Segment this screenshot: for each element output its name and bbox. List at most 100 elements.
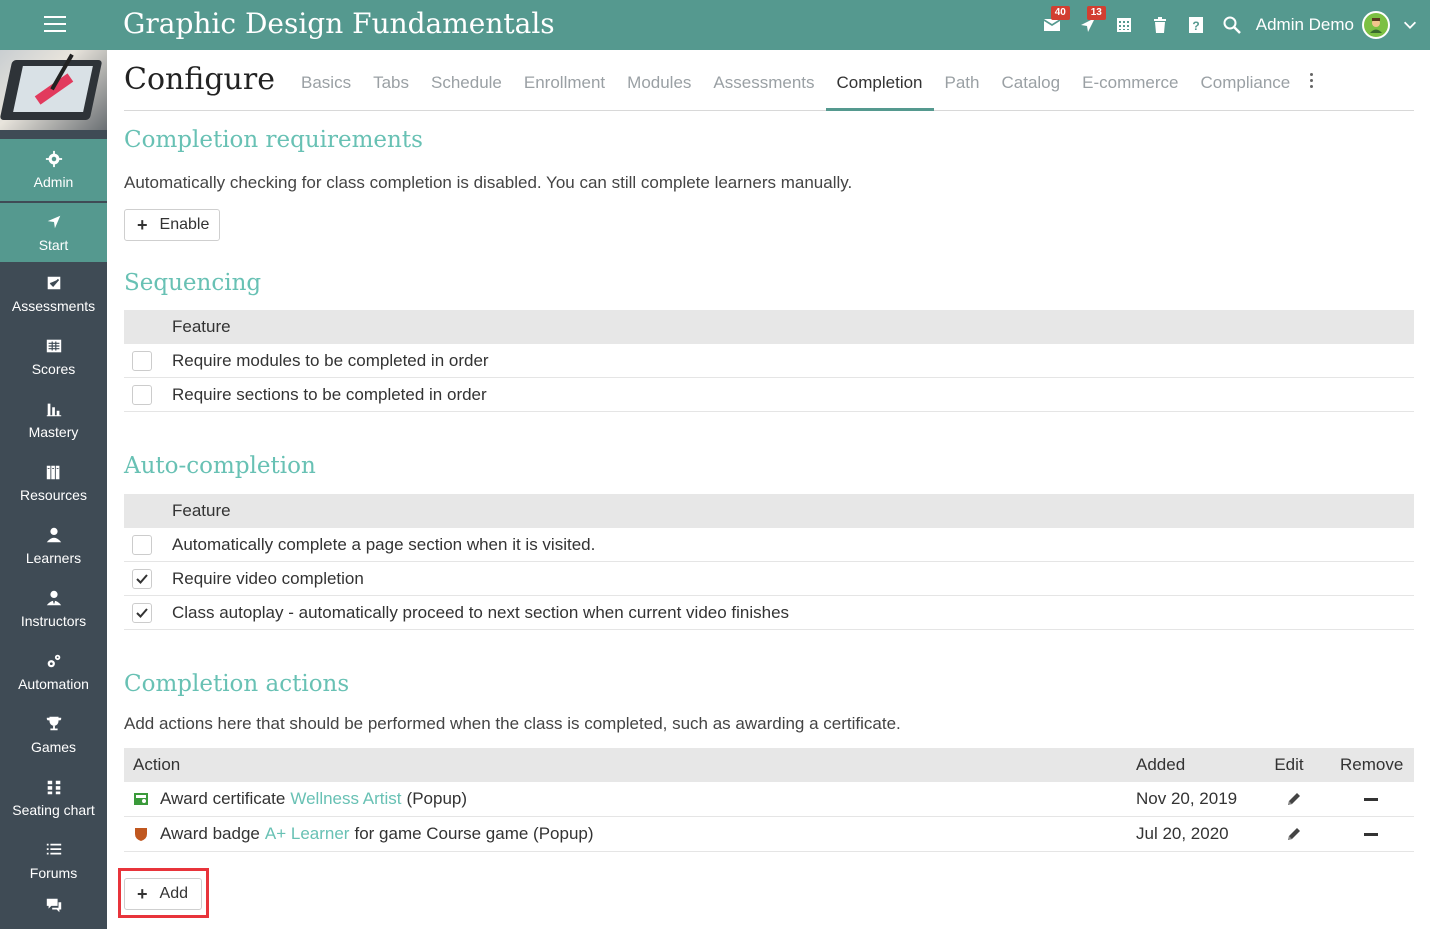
- tab-basics[interactable]: Basics: [290, 50, 362, 111]
- mail-badge: 40: [1050, 6, 1070, 20]
- app-title: Graphic Design Fundamentals: [123, 7, 555, 40]
- top-icons: 40 13 ? Admin Demo: [1034, 0, 1430, 50]
- table-header-row: Action Added Edit Remove: [124, 748, 1414, 782]
- auto-completion-table: Feature Automatically complete a page se…: [124, 494, 1414, 630]
- notifications-badge: 13: [1086, 6, 1106, 20]
- remove-minus-icon[interactable]: [1364, 797, 1378, 801]
- table-row: Class autoplay - automatically proceed t…: [124, 596, 1414, 630]
- notifications-icon[interactable]: 13: [1070, 0, 1106, 50]
- tab-e-commerce[interactable]: E-commerce: [1071, 50, 1189, 111]
- require-video-completion-checkbox[interactable]: [132, 568, 152, 589]
- sidebar-item-instructors[interactable]: Instructors: [0, 577, 107, 640]
- sidebar-item-label: Learners: [25, 549, 82, 566]
- sidebar-item-automation[interactable]: Automation: [0, 640, 107, 703]
- trophy-icon: [46, 716, 61, 730]
- tab-assessments[interactable]: Assessments: [702, 50, 825, 111]
- added-date: Nov 20, 2019: [1136, 789, 1238, 808]
- page-header: Configure Basics Tabs Schedule Enrollmen…: [124, 50, 1414, 111]
- page-title: Configure: [124, 62, 275, 97]
- hamburger-menu-icon[interactable]: [44, 16, 66, 34]
- sidebar-item-start[interactable]: Start: [0, 201, 107, 262]
- require-sections-order-checkbox[interactable]: [132, 384, 152, 405]
- remove-minus-icon[interactable]: [1364, 832, 1378, 836]
- sidebar-item-scores[interactable]: Scores: [0, 325, 107, 388]
- sidebar-item-label: Games: [30, 738, 77, 755]
- action-header: Action: [133, 755, 181, 774]
- table-icon: [46, 339, 61, 352]
- help-icon[interactable]: ?: [1178, 0, 1214, 50]
- edit-pencil-icon[interactable]: [1279, 826, 1309, 842]
- sidebar-item-chat[interactable]: [0, 892, 107, 929]
- sidebar-item-assessments[interactable]: Assessments: [0, 262, 107, 325]
- auto-complete-page-section-checkbox[interactable]: [132, 534, 152, 555]
- bar-chart-icon: [46, 403, 61, 416]
- sidebar-item-label: Seating chart: [12, 801, 95, 818]
- edit-header: Edit: [1274, 755, 1304, 774]
- gears-icon: [47, 654, 60, 667]
- completion-actions-description: Add actions here that should be performe…: [124, 714, 901, 733]
- sidebar-item-label: Admin: [33, 174, 74, 190]
- remove-header: Remove: [1340, 755, 1404, 774]
- table-row: Award badge A+ Learner for game Course g…: [124, 817, 1414, 852]
- trash-icon[interactable]: [1142, 0, 1178, 50]
- tab-tabs[interactable]: Tabs: [362, 50, 420, 111]
- sidebar-item-seating-chart[interactable]: Seating chart: [0, 766, 107, 829]
- sidebar-item-mastery[interactable]: Mastery: [0, 388, 107, 451]
- sidebar-item-resources[interactable]: Resources: [0, 451, 107, 514]
- edit-pencil-icon[interactable]: [1279, 791, 1309, 807]
- user-icon: [46, 527, 61, 542]
- svg-text:?: ?: [1192, 19, 1199, 33]
- user-name[interactable]: Admin Demo: [1256, 15, 1354, 35]
- checkmark-icon: [136, 607, 148, 618]
- instructor-icon: [46, 590, 61, 605]
- sidebar-item-admin[interactable]: Admin: [0, 139, 107, 201]
- sidebar-item-label: Start: [38, 236, 69, 253]
- table-row: Require sections to be completed in orde…: [124, 378, 1414, 412]
- action-suffix: for game Course game (Popup): [354, 824, 594, 843]
- action-prefix: Award badge: [160, 824, 260, 843]
- tab-schedule[interactable]: Schedule: [420, 50, 513, 111]
- sidebar-item-forums[interactable]: Forums: [0, 829, 107, 892]
- class-thumbnail[interactable]: [0, 50, 107, 130]
- tab-modules[interactable]: Modules: [616, 50, 702, 111]
- tab-compliance[interactable]: Compliance: [1189, 50, 1301, 111]
- avatar[interactable]: [1362, 11, 1390, 39]
- require-modules-order-checkbox[interactable]: [132, 350, 152, 371]
- tab-completion[interactable]: Completion: [825, 50, 934, 111]
- certificate-link[interactable]: Wellness Artist: [290, 789, 401, 809]
- tab-enrollment[interactable]: Enrollment: [513, 50, 616, 111]
- added-date: Jul 20, 2020: [1136, 824, 1229, 843]
- sidebar-item-learners[interactable]: Learners: [0, 514, 107, 577]
- action-suffix: (Popup): [406, 789, 468, 808]
- list-icon: [46, 843, 61, 854]
- badge-link[interactable]: A+ Learner: [265, 824, 350, 844]
- mail-icon[interactable]: 40: [1034, 0, 1070, 50]
- sidebar-item-label: Scores: [31, 360, 76, 377]
- chevron-down-icon[interactable]: [1390, 0, 1430, 50]
- table-row: Require modules to be completed in order: [124, 344, 1414, 378]
- checkmark-icon: [136, 573, 148, 584]
- top-bar: Graphic Design Fundamentals 40 13 ? Admi…: [0, 0, 1430, 50]
- more-tabs-icon[interactable]: [1301, 50, 1321, 111]
- table-header-row: Feature: [124, 494, 1414, 528]
- action-cell: Award badge A+ Learner for game Course g…: [133, 824, 594, 844]
- tab-bar: Basics Tabs Schedule Enrollment Modules …: [290, 50, 1321, 111]
- tab-catalog[interactable]: Catalog: [991, 50, 1072, 111]
- sidebar-item-label: Mastery: [28, 423, 79, 440]
- enable-button[interactable]: + Enable: [124, 209, 220, 241]
- feature-label: Require modules to be completed in order: [172, 350, 489, 370]
- completion-requirements-title: Completion requirements: [124, 127, 423, 153]
- badge-shield-icon: [135, 828, 147, 841]
- sidebar-item-games[interactable]: Games: [0, 703, 107, 766]
- class-autoplay-checkbox[interactable]: [132, 602, 152, 623]
- plus-icon: +: [137, 214, 148, 235]
- certificate-icon: [134, 793, 148, 805]
- tab-path[interactable]: Path: [934, 50, 991, 111]
- search-icon[interactable]: [1214, 0, 1250, 50]
- completion-requirements-description: Automatically checking for class complet…: [124, 173, 853, 192]
- action-prefix: Award certificate: [160, 789, 286, 808]
- calendar-icon[interactable]: [1106, 0, 1142, 50]
- table-row: Award certificate Wellness Artist (Popup…: [124, 782, 1414, 817]
- sidebar-item-label: Automation: [18, 675, 89, 692]
- highlight-box: [118, 868, 209, 918]
